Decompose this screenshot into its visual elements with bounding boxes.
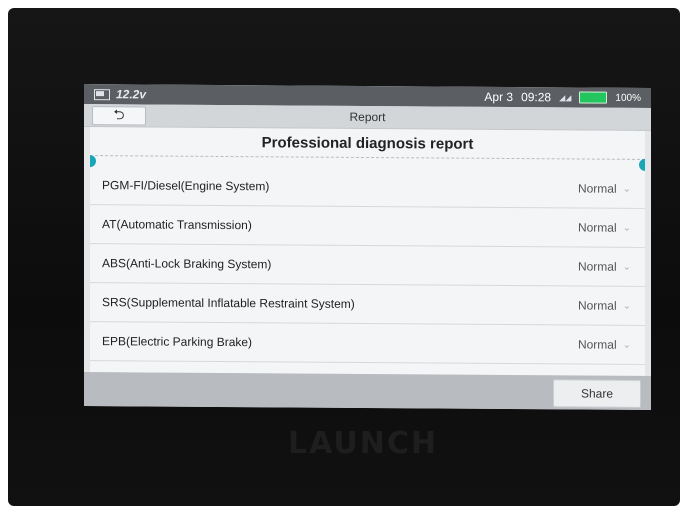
car-battery-icon	[94, 88, 110, 100]
system-name: PGM-FI/Diesel(Engine System)	[102, 178, 270, 194]
system-row-epb[interactable]: EPB(Electric Parking Brake) Normal ⌄	[90, 322, 645, 365]
chevron-down-icon: ⌄	[622, 183, 631, 195]
device-frame: 12.2v Apr 3 09:28 ◢◢ 100% ⮌ Report Profe…	[8, 8, 680, 506]
status-text: Normal	[577, 181, 617, 196]
chevron-down-icon: ⌄	[622, 261, 631, 273]
screen: 12.2v Apr 3 09:28 ◢◢ 100% ⮌ Report Profe…	[84, 84, 651, 410]
system-list: PGM-FI/Diesel(Engine System) Normal ⌄ AT…	[90, 166, 645, 365]
status-text: Normal	[577, 337, 617, 352]
system-row-pgm-fi[interactable]: PGM-FI/Diesel(Engine System) Normal ⌄	[90, 166, 645, 209]
status-text: Normal	[577, 220, 617, 235]
system-row-abs[interactable]: ABS(Anti-Lock Braking System) Normal ⌄	[90, 244, 645, 287]
voltage-readout: 12.2v	[116, 87, 147, 102]
status-text: Normal	[577, 298, 617, 313]
system-name: EPB(Electric Parking Brake)	[102, 334, 253, 350]
system-status: Normal ⌄	[578, 259, 631, 273]
bottom-bar: Share	[84, 372, 651, 410]
system-row-at[interactable]: AT(Automatic Transmission) Normal ⌄	[90, 205, 645, 248]
chevron-down-icon: ⌄	[622, 300, 631, 312]
system-name: ABS(Anti-Lock Braking System)	[102, 256, 272, 272]
system-status: Normal ⌄	[578, 298, 631, 312]
page-title: Report	[349, 109, 386, 125]
battery-percent: 100%	[615, 92, 641, 104]
report-content[interactable]: Professional diagnosis report PGM-FI/Die…	[90, 127, 645, 376]
wifi-signal-icon: ◢◢	[559, 92, 572, 102]
system-name: SRS(Supplemental Inflatable Restraint Sy…	[102, 295, 355, 311]
status-text: Normal	[577, 259, 617, 274]
chevron-down-icon: ⌄	[622, 222, 631, 234]
status-right: Apr 3 09:28 ◢◢ 100%	[484, 90, 641, 105]
system-row-srs[interactable]: SRS(Supplemental Inflatable Restraint Sy…	[90, 283, 645, 326]
battery-icon	[579, 91, 608, 104]
status-left: 12.2v	[94, 87, 146, 101]
system-status: Normal ⌄	[578, 337, 631, 351]
report-heading: Professional diagnosis report	[261, 134, 474, 153]
system-status: Normal ⌄	[578, 220, 631, 234]
system-status: Normal ⌄	[578, 181, 631, 195]
share-button[interactable]: Share	[553, 379, 641, 408]
chevron-down-icon: ⌄	[622, 339, 631, 351]
system-name: AT(Automatic Transmission)	[102, 217, 252, 233]
status-date: Apr 3	[484, 89, 514, 105]
status-time: 09:28	[521, 90, 552, 105]
brand-logo: LAUNCH	[287, 426, 438, 461]
